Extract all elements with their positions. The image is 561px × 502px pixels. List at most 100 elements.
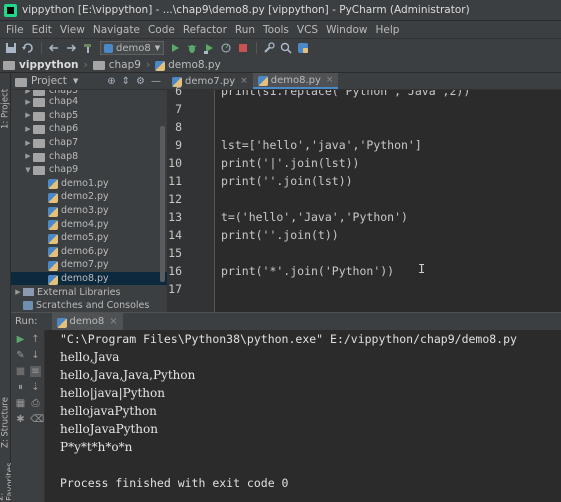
menu-help[interactable]: Help [376, 24, 400, 36]
main-toolbar: demo8 ▼ [0, 38, 561, 57]
tab-label: demo7.py [185, 75, 236, 87]
menu-file[interactable]: File [6, 24, 24, 36]
settings-wrench-icon[interactable] [261, 41, 276, 55]
tree-item-label: demo4.py [61, 218, 109, 230]
folder-icon [15, 77, 27, 87]
stop-square-icon[interactable] [235, 41, 250, 55]
breadcrumb: vippython › chap9 › demo8.py [0, 57, 561, 73]
line-number: 13 [168, 210, 182, 224]
code-line: t=('hello','Java','Python') [221, 210, 408, 224]
close-icon[interactable]: × [326, 75, 334, 85]
python-file-icon [104, 43, 113, 53]
left-tool-window-stripe: 1: Project Z: Structure 2: Favorites [0, 73, 16, 502]
code-line-current: print('*'.join('Python')) [221, 264, 395, 278]
debug-bug-icon[interactable] [184, 41, 199, 55]
tree-item-label: demo8.py [61, 273, 109, 285]
python-console-icon[interactable] [295, 41, 310, 55]
menu-edit[interactable]: Edit [32, 24, 52, 36]
console-output-line: hello,Java,Java,Python [60, 368, 196, 382]
sync-icon[interactable] [20, 41, 35, 55]
menu-window[interactable]: Window [326, 24, 367, 36]
python-file-icon [56, 317, 67, 328]
favorites-tool-button[interactable]: 2: Favorites [0, 455, 16, 501]
line-number: 12 [168, 192, 182, 206]
restore-layout-icon[interactable]: ▦ [15, 398, 26, 409]
forward-arrow-icon[interactable] [63, 41, 78, 55]
console-output-line: hello|java|Python [60, 386, 165, 400]
line-number: 17 [168, 282, 182, 296]
menu-code[interactable]: Code [148, 24, 175, 36]
line-number: 16 [168, 264, 182, 278]
build-hammer-icon[interactable] [80, 41, 95, 55]
line-number: 11 [168, 174, 182, 188]
tree-item-label: demo2.py [61, 191, 109, 203]
close-icon[interactable]: × [240, 76, 248, 86]
tree-item-scratches[interactable]: Scratches and Consoles [11, 299, 167, 312]
chevron-right-icon: ▶ [15, 288, 21, 297]
folder-icon [33, 98, 45, 108]
menu-navigate[interactable]: Navigate [93, 24, 140, 36]
menu-tools[interactable]: Tools [263, 24, 289, 36]
toolbar-divider [41, 42, 42, 54]
stop-square-icon[interactable]: ■ [15, 366, 26, 377]
print-icon[interactable]: ⎙ [30, 398, 41, 409]
rerun-play-icon[interactable]: ▶ [15, 334, 26, 345]
tree-item-label: chap8 [49, 150, 79, 162]
menu-run[interactable]: Run [235, 24, 255, 36]
menu-view[interactable]: View [60, 24, 85, 36]
project-panel-title[interactable]: Project [31, 75, 67, 87]
code-line: print('|'.join(lst)) [221, 156, 360, 170]
tree-item-label: chap6 [49, 123, 79, 135]
scroll-to-end-icon[interactable]: ⇣ [30, 382, 41, 393]
chevron-down-icon: ▼ [25, 165, 31, 174]
structure-tool-button[interactable]: Z: Structure [0, 391, 11, 455]
line-number: 9 [175, 138, 182, 152]
tree-item-label: chap5 [49, 109, 79, 121]
menu-vcs[interactable]: VCS [297, 24, 318, 36]
python-file-icon [257, 76, 268, 86]
line-number: 14 [168, 228, 182, 242]
profile-icon[interactable] [218, 41, 233, 55]
project-tool-button[interactable]: 1: Project [0, 79, 11, 139]
code-editor[interactable]: print(s1.replace('Python','Java',2)) lst… [215, 90, 561, 312]
wrench-icon[interactable]: ✎ [15, 350, 26, 361]
folder-icon [33, 166, 45, 176]
tree-item-label: demo1.py [61, 177, 109, 189]
python-file-icon [48, 274, 58, 285]
window-title: vippython [E:\vippython] - ...\chap9\dem… [22, 4, 470, 16]
tree-item-label: demo3.py [61, 205, 109, 217]
pin-icon[interactable]: ✱ [15, 414, 26, 425]
pause-icon[interactable]: ⏸ [15, 382, 26, 393]
breadcrumb-folder[interactable]: chap9 [109, 59, 141, 71]
close-icon[interactable]: × [109, 316, 117, 327]
run-configuration-label: demo8 [116, 42, 151, 54]
chevron-down-icon: ▼ [154, 44, 161, 52]
breadcrumb-project[interactable]: vippython [19, 59, 79, 71]
soft-wrap-icon[interactable]: ≡ [30, 366, 41, 377]
tree-item-label: demo6.py [61, 245, 109, 257]
save-icon[interactable] [3, 41, 18, 55]
breadcrumb-file[interactable]: demo8.py [168, 59, 221, 71]
folder-icon [33, 152, 45, 162]
run-with-coverage-icon[interactable] [201, 41, 216, 55]
run-play-icon[interactable] [167, 41, 182, 55]
run-tab-demo8[interactable]: demo8 × [51, 313, 123, 330]
locate-target-icon[interactable]: ⊕ [107, 76, 115, 87]
tab-demo8[interactable]: demo8.py × [252, 73, 339, 89]
code-line: print(''.join(lst)) [221, 174, 353, 188]
console-command-line: "C:\Program Files\Python38\python.exe" E… [60, 332, 517, 346]
scroll-down-icon[interactable]: ↓ [30, 350, 41, 361]
run-console-output[interactable]: "C:\Program Files\Python38\python.exe" E… [45, 330, 561, 502]
menu-refactor[interactable]: Refactor [183, 24, 227, 36]
collapse-all-icon[interactable]: ⇕ [122, 76, 130, 87]
search-icon[interactable] [278, 41, 293, 55]
scratch-icon [23, 301, 33, 311]
library-icon [23, 288, 34, 297]
trash-icon[interactable]: ⌫ [30, 414, 44, 425]
toolbar-divider [256, 42, 258, 54]
chevron-down-icon[interactable]: ▼ [73, 77, 78, 85]
window-title-bar: vippython [E:\vippython] - ...\chap9\dem… [0, 0, 561, 21]
scroll-up-icon[interactable]: ↑ [30, 334, 41, 345]
run-configuration-select[interactable]: demo8 ▼ [100, 41, 165, 55]
back-arrow-icon[interactable] [46, 41, 61, 55]
